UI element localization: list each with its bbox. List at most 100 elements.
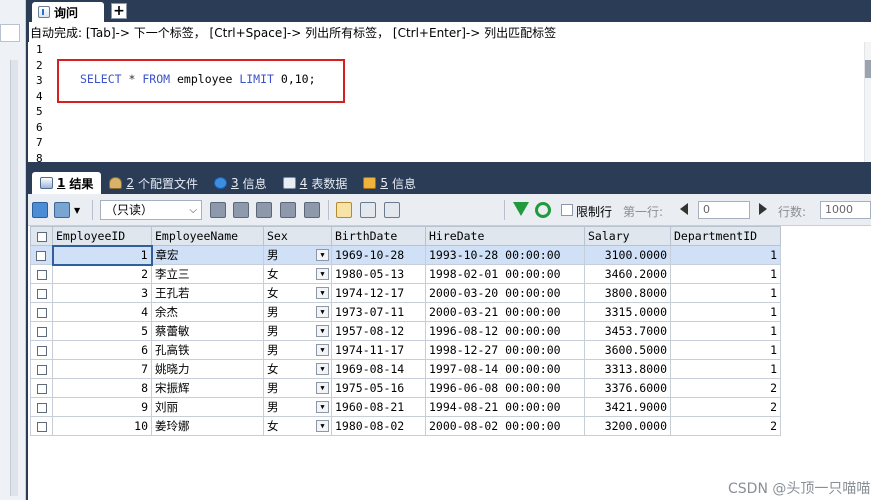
department-id-cell[interactable]: 1 xyxy=(670,245,781,265)
salary-cell[interactable]: 3453.7000 xyxy=(584,321,671,341)
chevron-down-icon[interactable]: ▼ xyxy=(316,287,329,299)
first-row-input[interactable]: 0 xyxy=(698,201,750,219)
row-checkbox[interactable] xyxy=(36,326,47,337)
birth-date-cell[interactable]: 1974-12-17 xyxy=(331,283,426,303)
row-select-cell[interactable] xyxy=(30,245,53,265)
birth-date-cell[interactable]: 1974-11-17 xyxy=(331,340,426,360)
salary-cell[interactable]: 3315.0000 xyxy=(584,302,671,322)
table-row[interactable]: 4 余杰 男 ▼ 1973-07-11 2000-03-21 00:00:00 3… xyxy=(30,302,781,322)
birth-date-cell[interactable]: 1980-05-13 xyxy=(331,264,426,284)
birth-date-cell[interactable]: 1980-08-02 xyxy=(331,416,426,436)
sex-cell[interactable]: 男 ▼ xyxy=(263,302,332,322)
previous-page-icon[interactable] xyxy=(680,203,688,215)
employee-id-cell[interactable]: 2 xyxy=(52,264,152,284)
row-select-cell[interactable] xyxy=(30,321,53,341)
row-select-cell[interactable] xyxy=(30,340,53,360)
delete-icon[interactable] xyxy=(280,202,296,218)
tab-results[interactable]: 1 结果 xyxy=(32,172,102,194)
text-view-icon[interactable] xyxy=(384,202,400,218)
table-row[interactable]: 3 王孔若 女 ▼ 1974-12-17 2000-03-20 00:00:00 … xyxy=(30,283,781,303)
hire-date-cell[interactable]: 2000-03-20 00:00:00 xyxy=(425,283,585,303)
table-row[interactable]: 5 蔡蕾敏 男 ▼ 1957-08-12 1996-08-12 00:00:00 … xyxy=(30,321,781,341)
row-select-cell[interactable] xyxy=(30,397,53,417)
cancel-changes-icon[interactable] xyxy=(304,202,320,218)
row-checkbox[interactable] xyxy=(36,345,47,356)
table-row[interactable]: 7 姚晓力 女 ▼ 1969-08-14 1997-08-14 00:00:00 … xyxy=(30,359,781,379)
birth-date-cell[interactable]: 1957-08-12 xyxy=(331,321,426,341)
edit-rows-icon[interactable] xyxy=(54,202,70,218)
save-icon[interactable] xyxy=(256,202,272,218)
salary-cell[interactable]: 3100.0000 xyxy=(584,245,671,265)
sex-cell[interactable]: 男 ▼ xyxy=(263,378,332,398)
column-header[interactable]: EmployeeName xyxy=(151,226,264,246)
chevron-down-icon[interactable]: ▼ xyxy=(316,344,329,356)
table-row[interactable]: 10 姜玲娜 女 ▼ 1980-08-02 2000-08-02 00:00:00… xyxy=(30,416,781,436)
hire-date-cell[interactable]: 1998-02-01 00:00:00 xyxy=(425,264,585,284)
salary-cell[interactable]: 3313.8000 xyxy=(584,359,671,379)
salary-cell[interactable]: 3421.9000 xyxy=(584,397,671,417)
employee-id-cell[interactable]: 3 xyxy=(52,283,152,303)
hire-date-cell[interactable]: 1997-08-14 00:00:00 xyxy=(425,359,585,379)
sex-cell[interactable]: 女 ▼ xyxy=(263,283,332,303)
department-id-cell[interactable]: 1 xyxy=(670,264,781,284)
row-checkbox[interactable] xyxy=(36,288,47,299)
hire-date-cell[interactable]: 1998-12-27 00:00:00 xyxy=(425,340,585,360)
table-row[interactable]: 8 宋振辉 男 ▼ 1975-05-16 1996-06-08 00:00:00 … xyxy=(30,378,781,398)
table-row[interactable]: 9 刘丽 男 ▼ 1960-08-21 1994-08-21 00:00:00 3… xyxy=(30,397,781,417)
add-row-icon[interactable] xyxy=(32,202,48,218)
column-header[interactable]: Sex xyxy=(263,226,332,246)
salary-cell[interactable]: 3460.2000 xyxy=(584,264,671,284)
sex-cell[interactable]: 女 ▼ xyxy=(263,359,332,379)
duplicate-icon[interactable] xyxy=(233,202,249,218)
employee-id-cell[interactable]: 5 xyxy=(52,321,152,341)
hire-date-cell[interactable]: 1996-08-12 00:00:00 xyxy=(425,321,585,341)
birth-date-cell[interactable]: 1973-07-11 xyxy=(331,302,426,322)
row-checkbox[interactable] xyxy=(36,421,47,432)
row-select-cell[interactable] xyxy=(30,264,53,284)
grid-view-icon[interactable] xyxy=(336,202,352,218)
chevron-down-icon[interactable]: ▼ xyxy=(316,325,329,337)
row-checkbox[interactable] xyxy=(36,269,47,280)
row-checkbox[interactable] xyxy=(36,383,47,394)
editor-scrollbar-thumb[interactable] xyxy=(865,60,871,78)
employee-name-cell[interactable]: 姜玲娜 xyxy=(151,416,264,436)
chevron-down-icon[interactable]: ▼ xyxy=(316,363,329,375)
employee-name-cell[interactable]: 蔡蕾敏 xyxy=(151,321,264,341)
select-all-header[interactable] xyxy=(30,226,53,246)
sex-cell[interactable]: 男 ▼ xyxy=(263,340,332,360)
chevron-down-icon[interactable]: ▼ xyxy=(74,206,80,215)
column-header[interactable]: Salary xyxy=(584,226,671,246)
tab-query[interactable]: 询问 xyxy=(32,2,104,22)
employee-id-cell[interactable]: 8 xyxy=(52,378,152,398)
sex-cell[interactable]: 男 ▼ xyxy=(263,321,332,341)
refresh-icon[interactable] xyxy=(535,202,551,218)
department-id-cell[interactable]: 2 xyxy=(670,397,781,417)
salary-cell[interactable]: 3200.0000 xyxy=(584,416,671,436)
object-browser-input[interactable] xyxy=(0,24,20,42)
tab-profiles[interactable]: 2 个配置文件 xyxy=(101,172,206,194)
employee-id-cell[interactable]: 9 xyxy=(52,397,152,417)
employee-name-cell[interactable]: 刘丽 xyxy=(151,397,264,417)
salary-cell[interactable]: 3800.8000 xyxy=(584,283,671,303)
employee-name-cell[interactable]: 姚晓力 xyxy=(151,359,264,379)
filter-icon[interactable] xyxy=(513,202,529,216)
employee-id-cell[interactable]: 6 xyxy=(52,340,152,360)
column-header[interactable]: HireDate xyxy=(425,226,585,246)
table-row[interactable]: 1 章宏 男 ▼ 1969-10-28 1993-10-28 00:00:00 3… xyxy=(30,244,781,266)
row-count-input[interactable]: 1000 xyxy=(820,201,871,219)
chevron-down-icon[interactable]: ▼ xyxy=(316,420,329,432)
next-page-icon[interactable] xyxy=(759,203,767,215)
sex-cell[interactable]: 女 ▼ xyxy=(263,264,332,284)
row-select-cell[interactable] xyxy=(30,302,53,322)
pane-splitter[interactable] xyxy=(28,162,871,170)
row-select-cell[interactable] xyxy=(30,416,53,436)
employee-id-cell[interactable]: 4 xyxy=(52,302,152,322)
birth-date-cell[interactable]: 1975-05-16 xyxy=(331,378,426,398)
department-id-cell[interactable]: 2 xyxy=(670,378,781,398)
hire-date-cell[interactable]: 1996-06-08 00:00:00 xyxy=(425,378,585,398)
row-checkbox[interactable] xyxy=(36,402,47,413)
employee-name-cell[interactable]: 孔高铁 xyxy=(151,340,264,360)
row-checkbox[interactable] xyxy=(36,250,47,261)
chevron-down-icon[interactable]: ▼ xyxy=(316,401,329,413)
chevron-down-icon[interactable]: ▼ xyxy=(316,268,329,280)
